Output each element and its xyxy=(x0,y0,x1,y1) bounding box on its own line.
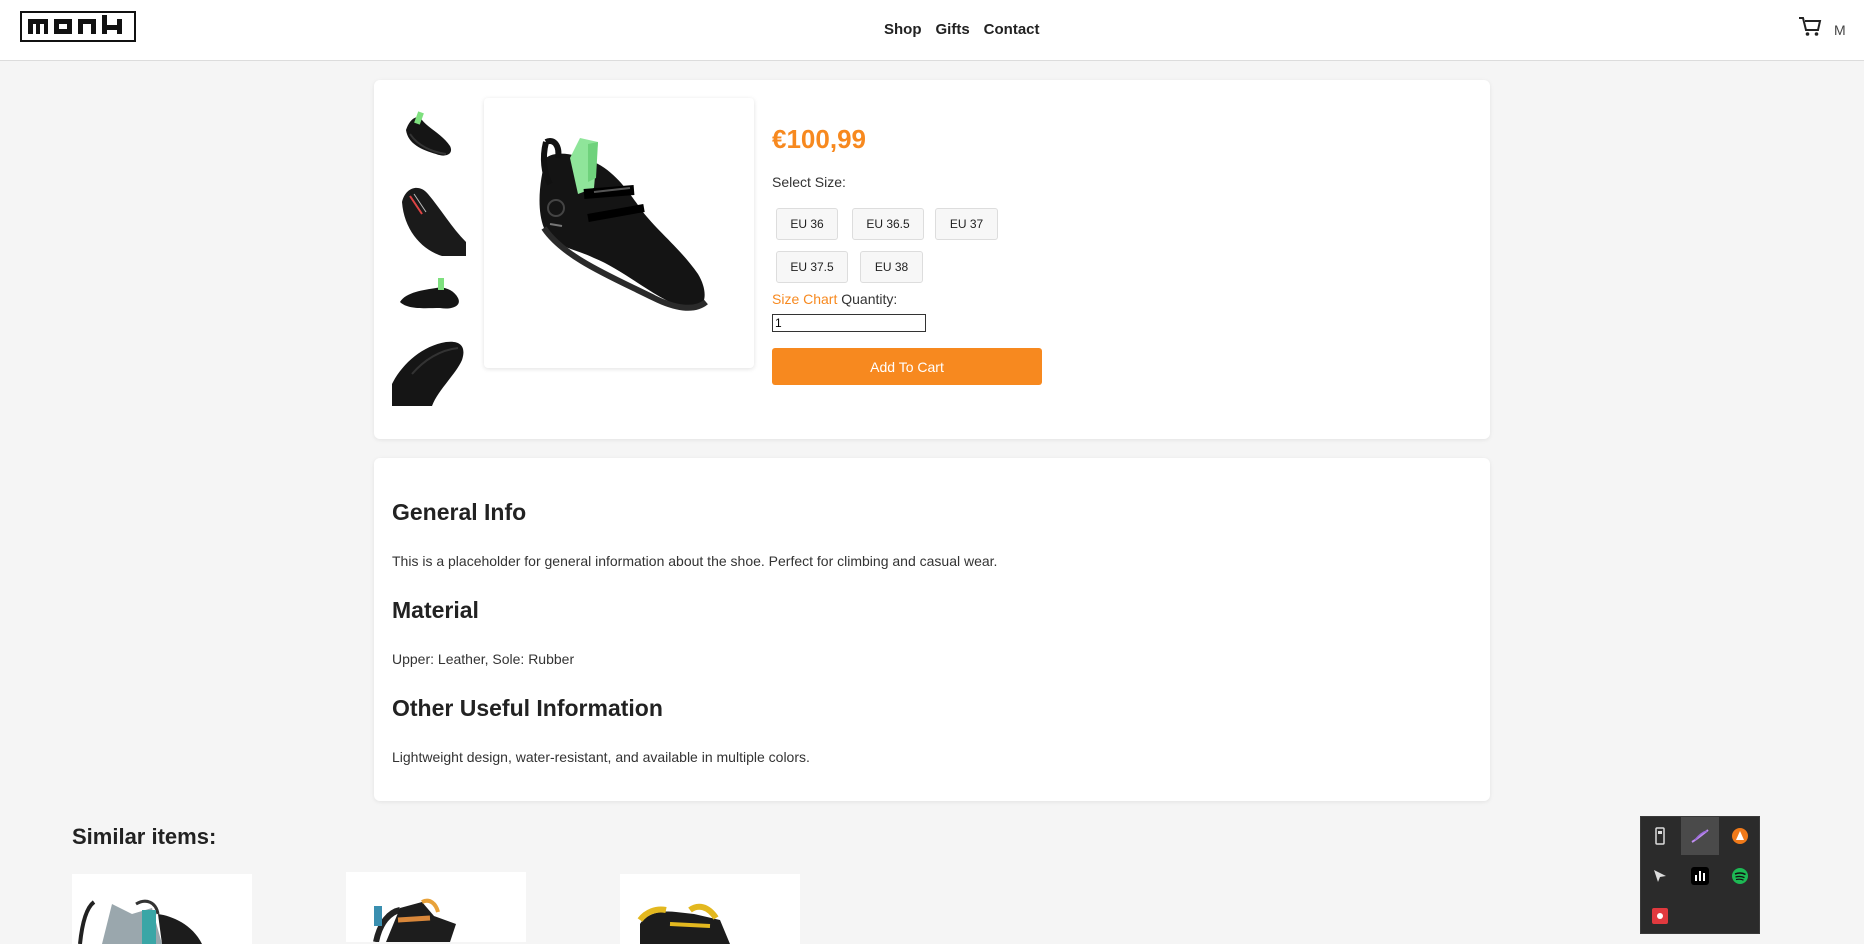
description-card: General Info This is a placeholder for g… xyxy=(374,458,1490,801)
material-text: Upper: Leather, Sole: Rubber xyxy=(392,651,575,667)
other-info-text: Lightweight design, water-resistant, and… xyxy=(392,749,810,765)
product-thumbnail[interactable] xyxy=(392,334,466,406)
main-nav: Shop Gifts Contact xyxy=(884,21,1040,38)
product-card: €100,99 Select Size: EU 36 EU 36.5 EU 37… xyxy=(374,80,1490,439)
quantity-input[interactable] xyxy=(772,314,926,332)
usb-drive-icon[interactable] xyxy=(1641,817,1679,855)
nav-shop[interactable]: Shop xyxy=(884,21,922,38)
material-heading: Material xyxy=(392,597,479,623)
product-info: €100,99 Select Size: EU 36 EU 36.5 EU 37… xyxy=(772,124,1042,385)
similar-item-card[interactable] xyxy=(346,872,526,942)
similar-items-heading: Similar items: xyxy=(72,824,217,849)
user-menu[interactable]: M xyxy=(1834,22,1846,38)
nav-contact[interactable]: Contact xyxy=(984,21,1040,38)
select-size-label: Select Size: xyxy=(772,174,846,190)
monk-logo[interactable] xyxy=(20,11,136,42)
main-product-image[interactable] xyxy=(484,98,754,368)
size-option[interactable]: EU 37.5 xyxy=(776,251,848,283)
size-chart-link[interactable]: Size Chart xyxy=(772,291,837,307)
cursor-icon[interactable] xyxy=(1641,857,1679,895)
system-tray-popup xyxy=(1640,816,1760,934)
spotify-icon[interactable] xyxy=(1721,857,1759,895)
other-info-heading: Other Useful Information xyxy=(392,695,663,721)
size-option[interactable]: EU 36.5 xyxy=(852,208,924,240)
cart-icon[interactable] xyxy=(1798,16,1822,38)
quantity-label: Quantity: xyxy=(841,291,898,307)
product-thumbnail[interactable] xyxy=(392,100,466,172)
vlc-icon[interactable] xyxy=(1721,817,1759,855)
add-to-cart-button[interactable]: Add To Cart xyxy=(772,348,1042,385)
size-option[interactable]: EU 36 xyxy=(776,208,838,240)
product-thumbnail[interactable] xyxy=(392,266,466,322)
feather-icon[interactable] xyxy=(1681,817,1719,855)
size-option[interactable]: EU 38 xyxy=(860,251,923,283)
size-option[interactable]: EU 37 xyxy=(935,208,998,240)
general-info-heading: General Info xyxy=(392,499,527,525)
product-thumbnail[interactable] xyxy=(392,180,466,256)
general-info-text: This is a placeholder for general inform… xyxy=(392,553,998,569)
nav-gifts[interactable]: Gifts xyxy=(936,21,970,38)
site-header: Shop Gifts Contact M xyxy=(0,0,1864,61)
size-chart-row: Size Chart Quantity: xyxy=(772,291,897,307)
audio-bars-icon[interactable] xyxy=(1681,857,1719,895)
screen-record-icon[interactable] xyxy=(1641,897,1679,935)
product-price: €100,99 xyxy=(772,124,866,154)
